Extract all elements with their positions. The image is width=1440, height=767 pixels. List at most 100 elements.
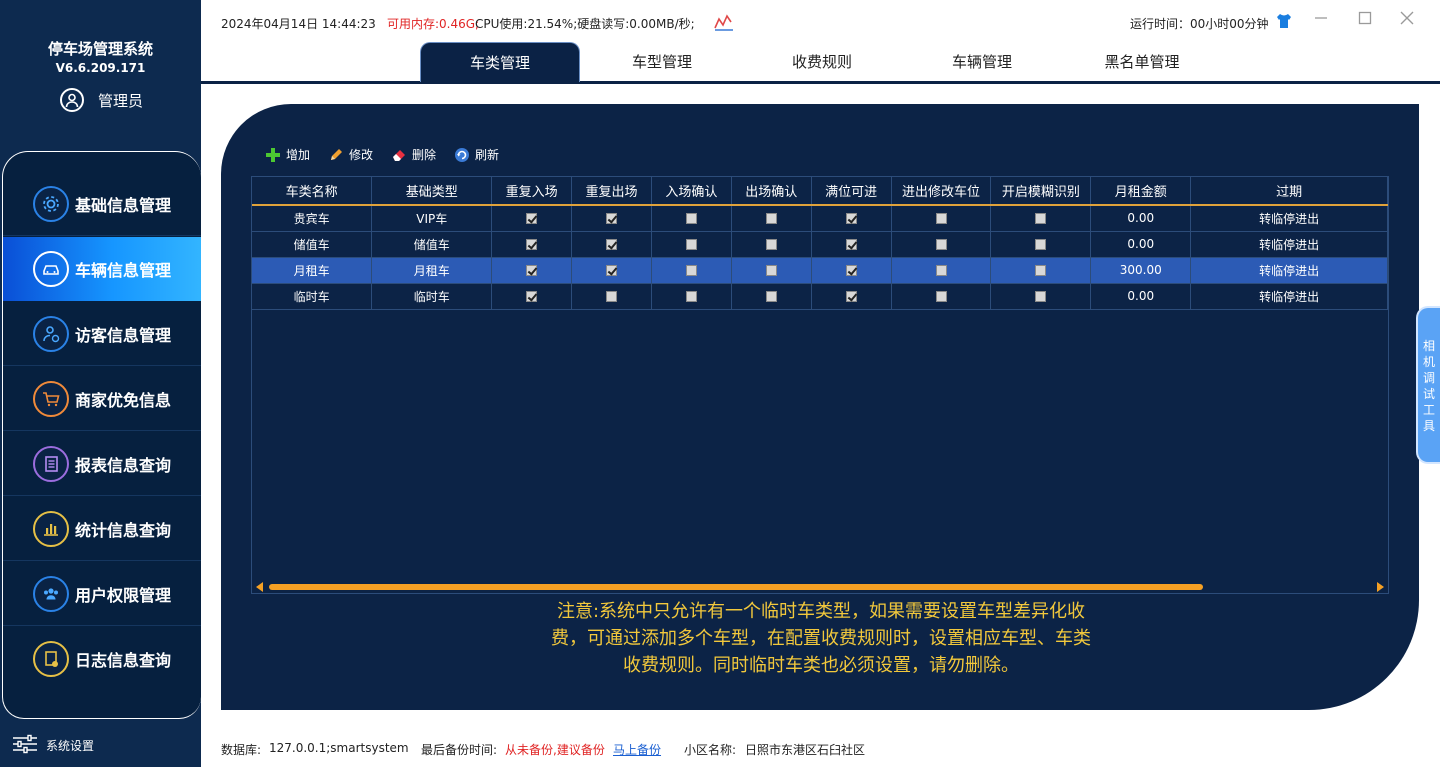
sidebar-item-basic-info[interactable]: 基础信息管理: [3, 172, 201, 236]
sidebar-item-log-query[interactable]: 日志信息查询: [3, 627, 201, 691]
cell-checkbox: [811, 231, 892, 258]
sidebar-item-label: 日志信息查询: [75, 651, 172, 670]
cell-base-type: 临时车: [371, 283, 493, 310]
minimize-button[interactable]: [1311, 10, 1331, 30]
performance-chart-icon[interactable]: [714, 13, 734, 31]
cell-checkbox: [811, 257, 892, 284]
sidebar-item-report-query[interactable]: 报表信息查询: [3, 432, 201, 496]
database-label: 数据库:: [221, 743, 262, 757]
sliders-icon: [12, 734, 38, 757]
tab-blacklist[interactable]: 黑名单管理: [1062, 42, 1222, 82]
tab-vehicle-class[interactable]: 车类管理: [420, 42, 580, 82]
vehicle-class-table: 车类名称 基础类型 重复入场 重复出场 入场确认 出场确认 满位可进 进出修改车位 开启模糊识别…: [252, 177, 1388, 310]
users-icon: [33, 575, 69, 612]
checkbox[interactable]: [845, 291, 857, 302]
column-header[interactable]: 月租金额: [1090, 177, 1192, 206]
checkbox[interactable]: [605, 239, 617, 250]
checkbox[interactable]: [845, 239, 857, 250]
sidebar-item-visitor-info[interactable]: 访客信息管理: [3, 302, 201, 366]
checkbox[interactable]: [1035, 265, 1047, 276]
checkbox[interactable]: [765, 291, 777, 302]
checkbox[interactable]: [1035, 239, 1047, 250]
maximize-button[interactable]: [1355, 10, 1375, 30]
checkbox[interactable]: [935, 291, 947, 302]
column-header[interactable]: 车类名称: [252, 177, 373, 206]
checkbox[interactable]: [605, 213, 617, 225]
column-header[interactable]: 重复入场: [491, 177, 573, 206]
delete-button[interactable]: 删除: [391, 146, 436, 163]
bottom-status-bar: 数据库: 127.0.0.1;smartsystem 最后备份时间: 从未备份,…: [201, 731, 1440, 767]
checkbox[interactable]: [526, 265, 538, 276]
top-status-bar: 2024年04月14日 14:44:23 可用内存:0.46G; CPU使用:2…: [201, 0, 1440, 42]
sidebar-item-label: 基础信息管理: [75, 195, 172, 215]
edit-button[interactable]: 修改: [328, 146, 373, 163]
gear-icon: [33, 185, 69, 222]
checkbox[interactable]: [935, 213, 947, 225]
cell-checkbox: [731, 205, 812, 232]
camera-debug-tool-tab[interactable]: 相机调试工具: [1416, 306, 1440, 464]
cell-checkbox: [571, 283, 652, 310]
system-settings-button[interactable]: 系统设置: [12, 734, 94, 757]
pencil-icon: [328, 147, 344, 163]
table-row[interactable]: 储值车 储值车 0.00 转临停进出: [252, 231, 1388, 258]
tab-vehicle-type[interactable]: 车型管理: [582, 42, 742, 82]
checkbox[interactable]: [605, 291, 617, 302]
add-button[interactable]: 增加: [265, 146, 310, 163]
checkbox[interactable]: [685, 265, 697, 276]
checkbox[interactable]: [765, 213, 777, 225]
table-row[interactable]: 临时车 临时车 0.00 转临停进出: [252, 283, 1388, 310]
column-header[interactable]: 开启模糊识别: [990, 177, 1092, 206]
cpu-disk-status: CPU使用:21.54%;硬盘读写:0.00MB/秒;: [475, 17, 695, 31]
checkbox[interactable]: [1035, 213, 1047, 225]
table-row[interactable]: 贵宾车 VIP车 0.00 转临停进出: [252, 205, 1388, 232]
skin-theme-icon[interactable]: [1275, 12, 1293, 30]
column-header[interactable]: 过期: [1190, 177, 1388, 206]
current-datetime: 2024年04月14日 14:44:23: [221, 17, 376, 31]
sidebar-item-label: 用户权限管理: [75, 585, 172, 605]
checkbox[interactable]: [685, 291, 697, 302]
scroll-thumb[interactable]: [269, 584, 1203, 590]
horizontal-scrollbar[interactable]: [251, 580, 1389, 594]
checkbox[interactable]: [845, 213, 857, 225]
backup-now-link[interactable]: 马上备份: [613, 741, 661, 758]
cell-base-type: 月租车: [371, 257, 493, 284]
close-button[interactable]: [1397, 10, 1417, 30]
checkbox[interactable]: [685, 213, 697, 225]
checkbox[interactable]: [685, 239, 697, 250]
column-header[interactable]: 出场确认: [731, 177, 812, 206]
checkbox[interactable]: [765, 265, 777, 276]
checkbox[interactable]: [1035, 291, 1047, 302]
cell-checkbox: [891, 231, 992, 258]
notice-line-1: 注意:系统中只允许有一个临时车类型，如果需要设置车型差异化收: [556, 601, 1086, 622]
sidebar-item-user-permissions[interactable]: 用户权限管理: [3, 562, 201, 626]
cell-checkbox: [571, 231, 652, 258]
column-header[interactable]: 重复出场: [571, 177, 652, 206]
sidebar-item-vehicle-info[interactable]: 车辆信息管理: [3, 237, 201, 301]
camera-debug-tool-label: 相机调试工具: [1422, 339, 1435, 433]
scroll-left-arrow-icon[interactable]: [256, 582, 263, 592]
refresh-button[interactable]: 刷新: [454, 146, 499, 163]
checkbox[interactable]: [935, 265, 947, 276]
table-row[interactable]: 月租车 月租车 300.00 转临停进出: [252, 257, 1388, 284]
column-header[interactable]: 进出修改车位: [891, 177, 992, 206]
tab-charge-rules[interactable]: 收费规则: [742, 42, 902, 82]
column-header[interactable]: 入场确认: [651, 177, 732, 206]
cell-expire-action: 转临停进出: [1190, 231, 1388, 258]
checkbox[interactable]: [526, 213, 538, 225]
user-info[interactable]: 管理员: [60, 88, 143, 112]
system-settings-label: 系统设置: [46, 739, 95, 753]
checkbox[interactable]: [935, 239, 947, 250]
column-header[interactable]: 基础类型: [371, 177, 493, 206]
column-header[interactable]: 满位可进: [811, 177, 892, 206]
sidebar-item-statistics-query[interactable]: 统计信息查询: [3, 497, 201, 561]
vehicle-class-grid: 车类名称 基础类型 重复入场 重复出场 入场确认 出场确认 满位可进 进出修改车位 开启模糊识别…: [251, 176, 1389, 594]
checkbox[interactable]: [526, 239, 538, 250]
sidebar-item-merchant-discount[interactable]: 商家优免信息: [3, 367, 201, 431]
checkbox[interactable]: [526, 291, 538, 302]
checkbox[interactable]: [605, 265, 617, 276]
tab-vehicle-management[interactable]: 车辆管理: [902, 42, 1062, 82]
cell-checkbox: [891, 257, 992, 284]
scroll-right-arrow-icon[interactable]: [1377, 582, 1384, 592]
checkbox[interactable]: [765, 239, 777, 250]
checkbox[interactable]: [845, 265, 857, 276]
